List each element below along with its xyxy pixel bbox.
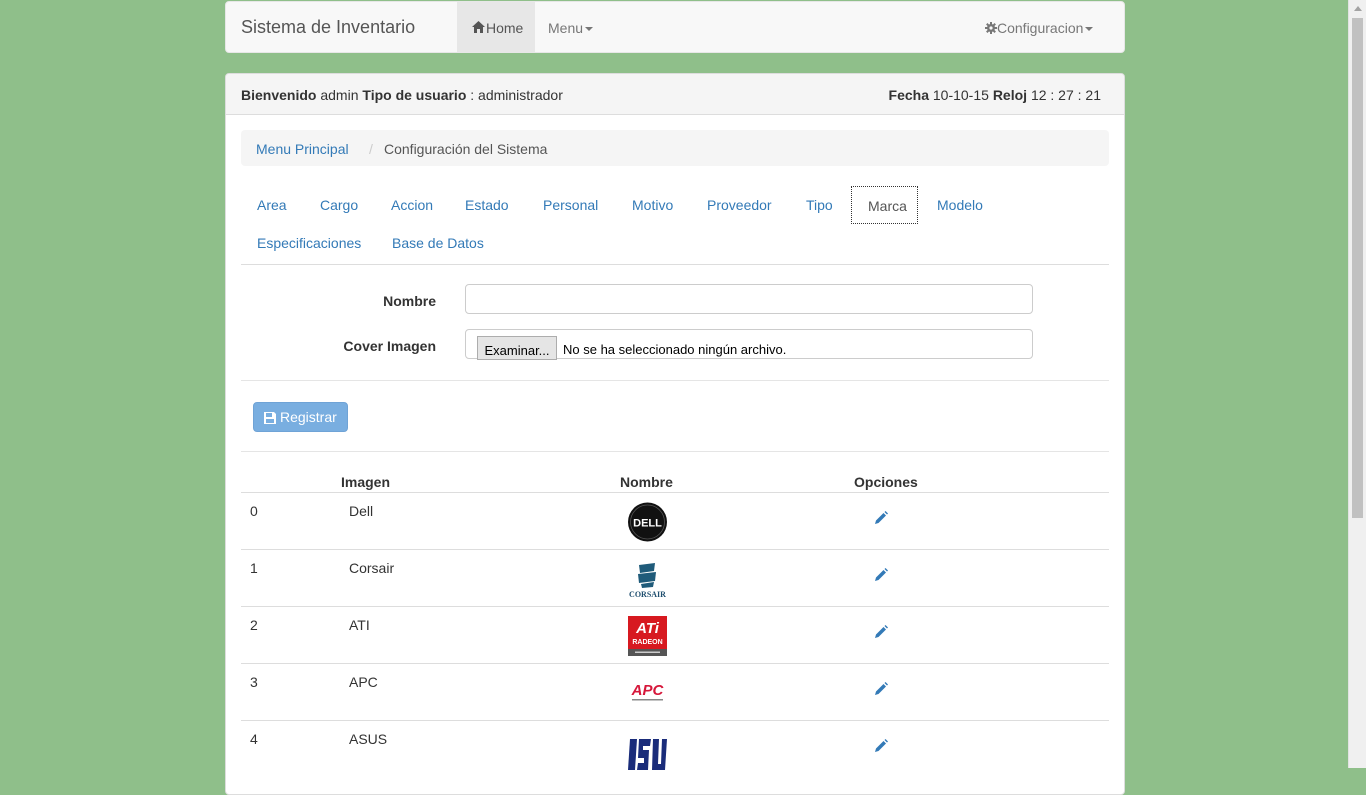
caret-down-icon [1085,27,1094,32]
row-name: ASUS [349,731,388,747]
row-name: Corsair [349,560,395,576]
column-header-imagen: Imagen [341,474,391,490]
tab-motivo[interactable]: Motivo [616,186,689,224]
row-name: ATI [349,617,370,633]
table-row: 1 Corsair CORSAIR [241,549,1109,607]
user-type: : administrador [470,87,563,103]
save-icon [264,411,276,427]
corsair-logo: CORSAIR [627,559,668,599]
brand-title[interactable]: Sistema de Inventario [241,17,415,38]
clock-value: 12 : 27 : 21 [1030,87,1101,103]
svg-text:ATi: ATi [635,620,660,637]
clock-label: Reloj [992,87,1028,103]
caret-down-icon [585,27,594,32]
column-header-nombre: Nombre [620,474,673,490]
config-tabs: Area Cargo Accion Estado Personal Motivo… [241,186,1109,265]
tab-estado[interactable]: Estado [449,186,525,224]
main-panel: Bienvenido admin Tipo de usuario : admin… [225,73,1125,795]
nav-menu-dropdown[interactable]: Menu [548,20,594,36]
home-icon [472,20,485,36]
username: admin [320,87,359,103]
divider [241,380,1109,381]
svg-text:DELL: DELL [633,518,662,530]
edit-icon[interactable] [874,625,888,642]
row-index: 3 [250,674,258,690]
navbar: Sistema de Inventario Home Menu Configur… [225,1,1125,53]
nav-config-label: Configuracion [997,20,1084,36]
user-type-label: Tipo de usuario [362,87,467,103]
row-index: 1 [250,560,258,576]
svg-text:APC: APC [631,682,665,699]
gear-icon [985,21,997,37]
tab-personal[interactable]: Personal [527,186,614,224]
breadcrumb-current: Configuración del Sistema [384,141,548,157]
breadcrumb: Menu Principal / Configuración del Siste… [241,130,1109,166]
panel-heading: Bienvenido admin Tipo de usuario : admin… [226,74,1124,115]
cover-image-file-input[interactable]: Examinar... No se ha seleccionado ningún… [465,329,1033,360]
row-name: Dell [349,503,374,519]
file-status: No se ha seleccionado ningún archivo. [563,342,787,357]
datetime: Fecha 10-10-15 Reloj 12 : 27 : 21 [889,87,1101,103]
tab-marca[interactable]: Marca [851,186,918,224]
breadcrumb-home-link[interactable]: Menu Principal [256,141,349,157]
date-value: 10-10-15 [932,87,989,103]
edit-icon[interactable] [874,739,888,756]
scroll-up-arrow-icon[interactable] [1349,0,1366,17]
registrar-label: Registrar [280,409,337,425]
tab-especificaciones[interactable]: Especificaciones [241,224,377,262]
nav-menu-label: Menu [548,20,584,36]
table-row: 2 ATI ATi RADEON [241,606,1109,664]
svg-text:RADEON: RADEON [632,639,662,646]
row-index: 2 [250,617,258,633]
row-index: 0 [250,503,258,519]
column-header-opciones: Opciones [854,474,918,490]
welcome-text: Bienvenido admin Tipo de usuario : admin… [241,87,563,103]
cover-image-label: Cover Imagen [343,338,436,354]
edit-icon[interactable] [874,682,888,699]
table-row: 0 Dell DELL [241,492,1109,550]
apc-logo: APC [627,673,668,713]
tab-modelo[interactable]: Modelo [921,186,999,224]
date-label: Fecha [888,87,929,103]
browse-button[interactable]: Examinar... [477,336,557,360]
row-name: APC [349,674,378,690]
tab-accion[interactable]: Accion [375,186,449,224]
edit-icon[interactable] [874,568,888,585]
tab-proveedor[interactable]: Proveedor [691,186,788,224]
nombre-input[interactable] [465,284,1033,314]
table-row: 4 ASUS [241,720,1109,778]
tab-tipo[interactable]: Tipo [790,186,849,224]
page-scrollbar[interactable] [1348,0,1366,768]
asus-logo [627,730,668,770]
breadcrumb-separator: / [369,141,373,157]
registrar-button[interactable]: Registrar [253,402,348,432]
row-index: 4 [250,731,258,747]
tab-area[interactable]: Area [241,186,303,224]
edit-icon[interactable] [874,511,888,528]
tab-cargo[interactable]: Cargo [304,186,374,224]
nombre-label: Nombre [383,293,436,309]
welcome-label: Bienvenido [241,87,317,103]
ati-logo: ATi RADEON [627,616,668,656]
divider [241,451,1109,452]
scrollbar-thumb[interactable] [1352,18,1363,518]
nav-config-dropdown[interactable]: Configuracion [985,20,1094,37]
tab-base-de-datos[interactable]: Base de Datos [376,224,500,262]
table-row: 3 APC APC [241,663,1109,721]
nav-home[interactable]: Home [457,2,535,52]
dell-logo: DELL [627,502,668,542]
svg-text:CORSAIR: CORSAIR [629,590,666,599]
nav-home-label: Home [486,20,524,36]
